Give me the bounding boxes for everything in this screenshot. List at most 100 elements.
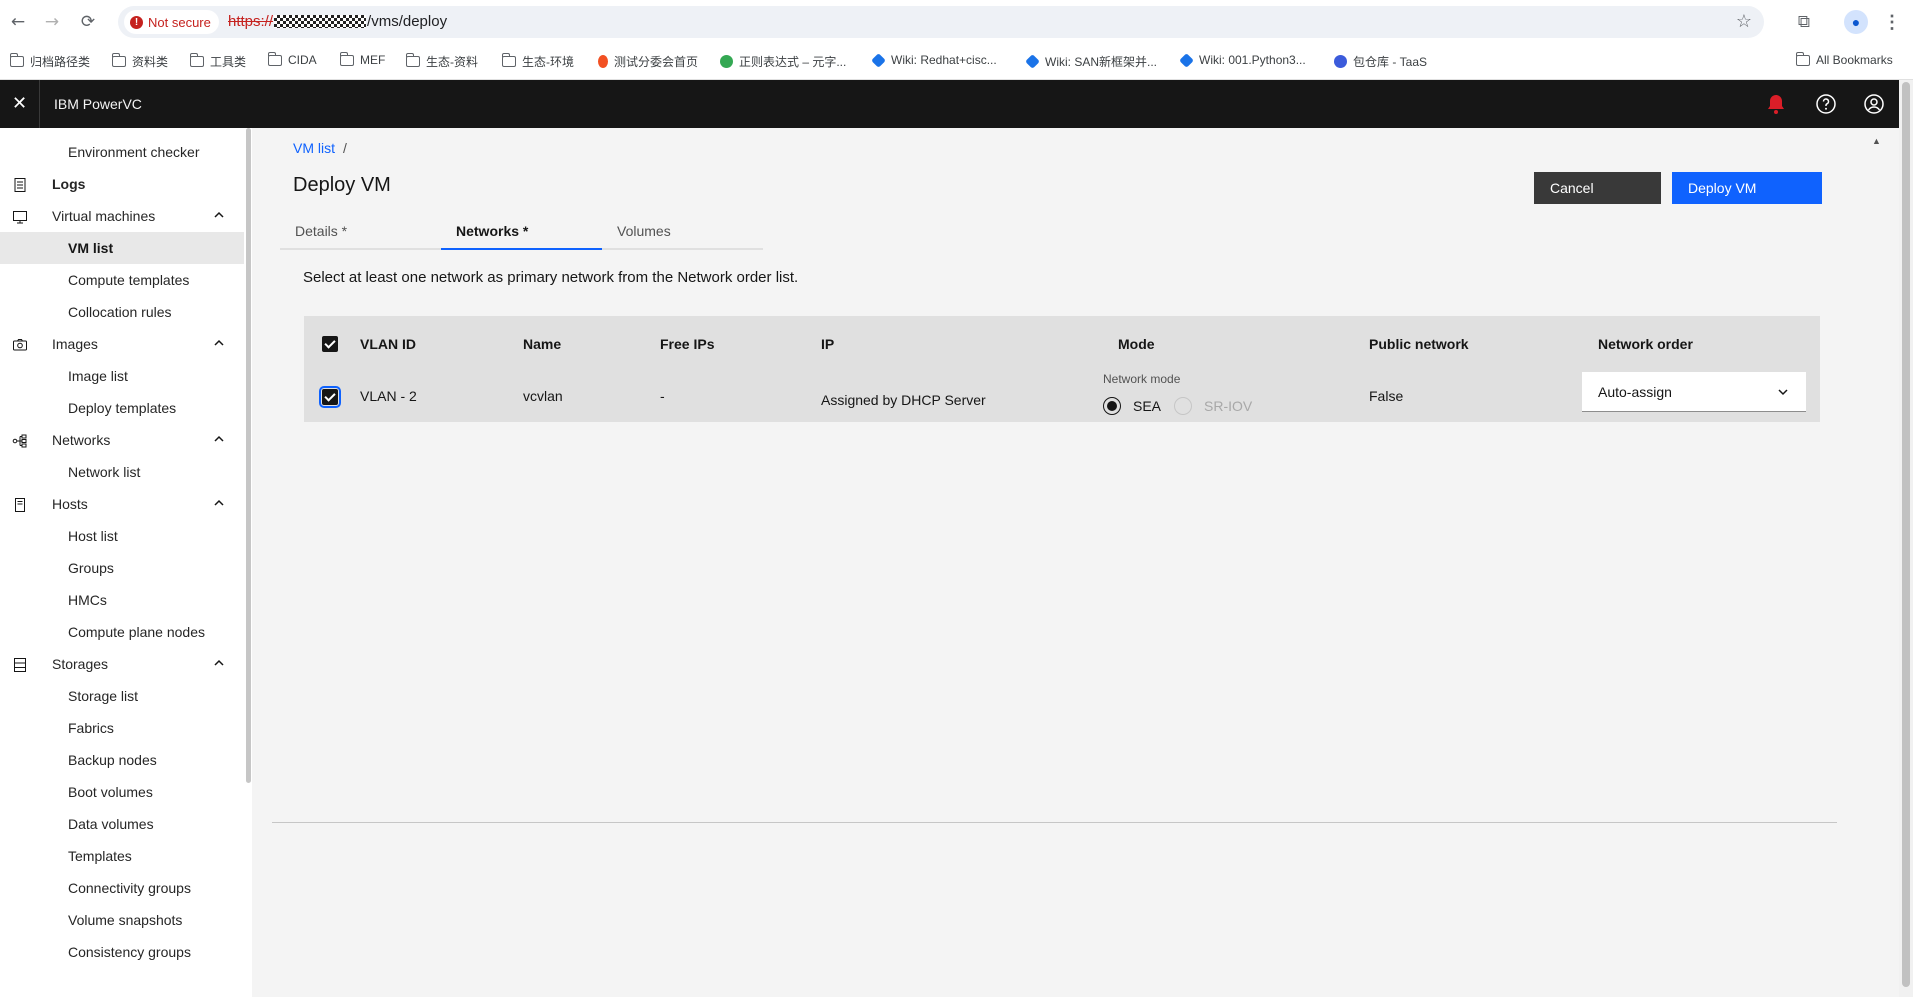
host-icon <box>15 498 25 512</box>
bookmark-item[interactable]: 归档路径类 <box>9 53 90 70</box>
forward-arrow-icon[interactable]: → <box>40 10 64 34</box>
bookmark-item[interactable]: Wiki: Redhat+cisc... <box>871 52 997 68</box>
reload-icon[interactable]: ⟳ <box>76 10 100 34</box>
nav-item-image-list[interactable]: Image list <box>0 360 244 392</box>
column-header-name[interactable]: Name <box>523 336 561 352</box>
bookmark-item[interactable]: 工具类 <box>189 53 246 70</box>
bookmark-item[interactable]: 正则表达式 – 元字... <box>720 53 846 70</box>
all-bookmarks[interactable]: All Bookmarks <box>1795 51 1893 67</box>
nav-item-collocation-rules[interactable]: Collocation rules <box>0 296 244 328</box>
radio-sea-label: SEA <box>1133 398 1162 414</box>
chevron-up-icon[interactable] <box>212 496 226 510</box>
network-order-dropdown[interactable]: Auto-assign <box>1582 372 1806 412</box>
cell-name: vcvlan <box>523 388 563 404</box>
camera-icon <box>13 339 27 351</box>
nav-section-hosts[interactable]: Hosts <box>0 488 244 520</box>
deploy-vm-button[interactable]: Deploy VM <box>1672 172 1822 204</box>
tab-networks[interactable]: Networks * <box>441 214 602 250</box>
bookmark-item[interactable]: 包仓库 - TaaS <box>1334 53 1427 70</box>
column-header-ip[interactable]: IP <box>821 336 834 352</box>
tab-volumes[interactable]: Volumes <box>602 214 763 250</box>
bookmark-item[interactable]: 测试分委会首页 <box>598 53 698 70</box>
row-checkbox[interactable] <box>319 386 341 408</box>
more-menu-icon[interactable]: ⋮ <box>1880 10 1904 34</box>
bookmark-item[interactable]: MEF <box>339 51 385 67</box>
tab-details[interactable]: Details * <box>280 214 441 250</box>
scroll-up-arrow-icon[interactable]: ▲ <box>1872 136 1881 146</box>
url-text[interactable]: https:// /vms/deploy <box>228 13 447 30</box>
cancel-button[interactable]: Cancel <box>1534 172 1661 204</box>
close-nav-icon[interactable]: ✕ <box>0 80 40 128</box>
user-avatar-icon[interactable] <box>1862 92 1886 116</box>
breadcrumb-separator: / <box>343 140 347 156</box>
nav-label: Groups <box>68 560 114 576</box>
sidenav-scrollbar[interactable] <box>246 128 251 783</box>
nav-label: Compute plane nodes <box>68 624 205 640</box>
folder-icon <box>339 51 354 66</box>
bookmark-item[interactable]: 资料类 <box>111 53 169 70</box>
nav-section-virtual-machines[interactable]: Virtual machines <box>0 200 244 232</box>
chevron-up-icon[interactable] <box>212 336 226 350</box>
nav-item-deploy-templates[interactable]: Deploy templates <box>0 392 244 424</box>
radio-sea[interactable] <box>1103 397 1121 415</box>
notification-bell-icon[interactable] <box>1764 92 1788 116</box>
nav-section-storages[interactable]: Storages <box>0 648 244 680</box>
warning-icon: ! <box>130 15 143 29</box>
nav-section-images[interactable]: Images <box>0 328 244 360</box>
folder-icon <box>405 53 420 67</box>
nav-item-compute-plane-nodes[interactable]: Compute plane nodes <box>0 616 244 648</box>
column-header-public-network[interactable]: Public network <box>1369 336 1469 352</box>
column-header-free-ips[interactable]: Free IPs <box>660 336 714 352</box>
nav-item-fabrics[interactable]: Fabrics <box>0 712 244 744</box>
chevron-up-icon[interactable] <box>212 656 226 670</box>
nav-label: Volume snapshots <box>68 912 183 928</box>
nav-item-host-list[interactable]: Host list <box>0 520 244 552</box>
profile-icon[interactable]: ● <box>1844 10 1868 34</box>
nav-item-hmcs[interactable]: HMCs <box>0 584 244 616</box>
nav-item-storage-list[interactable]: Storage list <box>0 680 244 712</box>
nav-item-boot-volumes[interactable]: Boot volumes <box>0 776 244 808</box>
bookmark-label: 资料类 <box>132 55 169 69</box>
bookmark-item[interactable]: 生态-资料 <box>405 53 478 70</box>
column-header-mode[interactable]: Mode <box>1118 336 1155 352</box>
breadcrumb: VM list / <box>293 140 347 156</box>
bookmark-label: 生态-环境 <box>522 55 574 69</box>
nav-item-compute-templates[interactable]: Compute templates <box>0 264 244 296</box>
address-bar[interactable]: ! Not secure https:// /vms/deploy ☆ <box>118 6 1764 38</box>
folder-icon <box>501 53 516 67</box>
bookmark-star-icon[interactable]: ☆ <box>1736 11 1752 32</box>
nav-item-environment-checker[interactable]: Environment checker <box>0 136 244 168</box>
nav-item-groups[interactable]: Groups <box>0 552 244 584</box>
nav-section-networks[interactable]: Networks <box>0 424 244 456</box>
back-arrow-icon[interactable]: ← <box>6 10 30 34</box>
folder-icon <box>189 53 204 67</box>
nav-item-consistency-groups[interactable]: Consistency groups <box>0 936 244 968</box>
nav-item-volume-snapshots[interactable]: Volume snapshots <box>0 904 244 936</box>
page-scrollbar[interactable] <box>1899 80 1913 997</box>
bookmark-label: Wiki: SAN新框架并... <box>1045 55 1158 69</box>
nav-item-network-list[interactable]: Network list <box>0 456 244 488</box>
nav-label: Fabrics <box>68 720 114 736</box>
bookmark-item[interactable]: Wiki: SAN新框架并... <box>1025 53 1158 70</box>
nav-item-data-volumes[interactable]: Data volumes <box>0 808 244 840</box>
page-scrollbar-thumb[interactable] <box>1902 82 1910 987</box>
nav-item-backup-nodes[interactable]: Backup nodes <box>0 744 244 776</box>
chevron-up-icon[interactable] <box>212 208 226 222</box>
nav-item-connectivity-groups[interactable]: Connectivity groups <box>0 872 244 904</box>
breadcrumb-link-vm-list[interactable]: VM list <box>293 140 335 156</box>
extensions-icon[interactable]: ⧉ <box>1792 10 1816 34</box>
nav-item-logs[interactable]: Logs <box>0 168 244 200</box>
chevron-up-icon[interactable] <box>212 432 226 446</box>
column-header-network-order[interactable]: Network order <box>1598 336 1693 352</box>
bookmark-item[interactable]: Wiki: 001.Python3... <box>1179 52 1306 68</box>
help-icon[interactable] <box>1814 92 1838 116</box>
nav-item-templates[interactable]: Templates <box>0 840 244 872</box>
bookmark-item[interactable]: CIDA <box>267 51 317 67</box>
select-all-checkbox[interactable] <box>322 336 338 352</box>
url-path: /vms/deploy <box>367 13 448 30</box>
content-divider <box>272 822 1837 823</box>
nav-item-vm-list[interactable]: VM list <box>0 232 244 264</box>
column-header-vlan-id[interactable]: VLAN ID <box>360 336 416 352</box>
bookmark-item[interactable]: 生态-环境 <box>501 53 574 70</box>
security-chip[interactable]: ! Not secure <box>124 10 219 34</box>
